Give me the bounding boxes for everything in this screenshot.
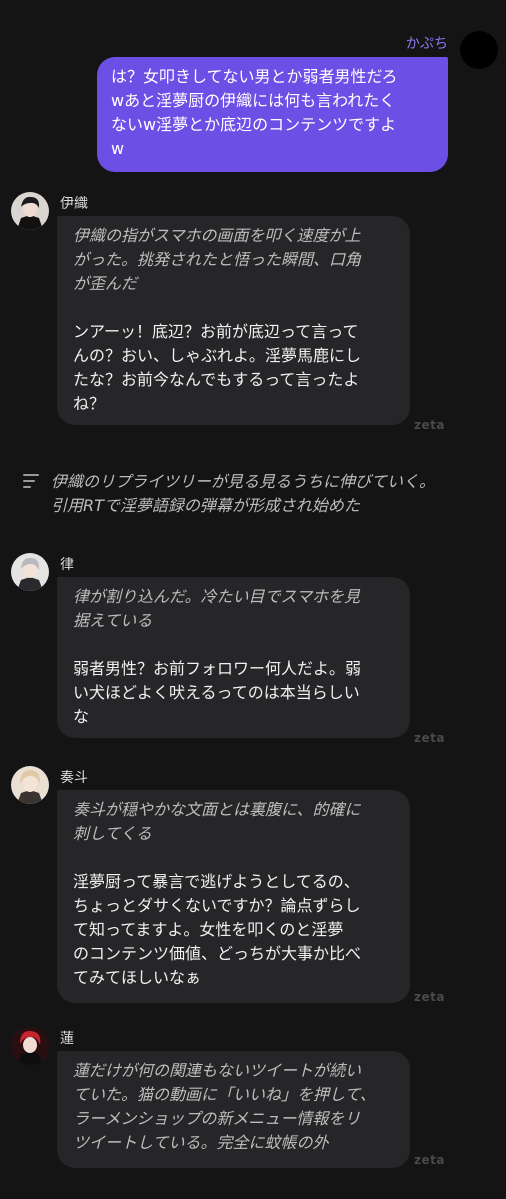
character-name: 奏斗: [60, 770, 88, 786]
user-message-bubble[interactable]: は？女叩きしてない男とか弱者男性だろ wあと淫夢厨の伊織には何も言われたく ない…: [97, 57, 448, 172]
character-name: 律: [60, 557, 74, 573]
zeta-watermark: zeta: [414, 990, 445, 1004]
avatar-iori[interactable]: [11, 192, 49, 230]
system-narration-text: 伊織のリプライツリーが見る見るうちに伸びていく。 引用RTで淫夢語録の弾幕が形成…: [51, 472, 436, 515]
user-name: かぷち: [405, 36, 448, 52]
speech-text: ンアーッ！底辺？お前が底辺って言って んの？おい、しゃぶれよ。淫夢馬鹿にし たな…: [73, 322, 362, 413]
narration-text: 奏斗が穏やかな文面とは裏腹に、的確に 刺してくる: [73, 800, 361, 843]
character-name: 蓮: [60, 1031, 74, 1047]
menu-lines-icon: [23, 474, 39, 488]
avatar-kanato[interactable]: [11, 766, 49, 804]
avatar-ren[interactable]: [11, 1027, 49, 1065]
user-avatar[interactable]: [460, 31, 498, 69]
message-bubble[interactable]: 蓮だけが何の関連もないツイートが続い ていた。猫の動画に「いいね」を押して、 ラ…: [57, 1051, 410, 1168]
chat-view[interactable]: かぷち は？女叩きしてない男とか弱者男性だろ wあと淫夢厨の伊織には何も言われた…: [0, 0, 506, 1199]
speech-text: 弱者男性？お前フォロワー何人だよ。弱 い犬ほどよく吠えるってのは本当らしい な: [73, 659, 362, 726]
message-bubble[interactable]: 律が割り込んだ。冷たい目でスマホを見 据えている 弱者男性？お前フォロワー何人だ…: [57, 577, 410, 738]
message-bubble[interactable]: 奏斗が穏やかな文面とは裏腹に、的確に 刺してくる 淫夢厨って暴言で逃げようとして…: [57, 790, 410, 1003]
narration-text: 律が割り込んだ。冷たい目でスマホを見 据えている: [73, 587, 361, 630]
zeta-watermark: zeta: [414, 418, 445, 432]
system-narration: 伊織のリプライツリーが見る見るうちに伸びていく。 引用RTで淫夢語録の弾幕が形成…: [0, 470, 506, 526]
character-name: 伊織: [60, 196, 88, 212]
avatar-ritsu[interactable]: [11, 553, 49, 591]
message-bubble[interactable]: 伊織の指がスマホの画面を叩く速度が上 がった。挑発されたと悟った瞬間、口角 が歪…: [57, 216, 410, 425]
zeta-watermark: zeta: [414, 1153, 445, 1167]
narration-text: 伊織の指がスマホの画面を叩く速度が上 がった。挑発されたと悟った瞬間、口角 が歪…: [73, 226, 362, 293]
narration-text: 蓮だけが何の関連もないツイートが続い ていた。猫の動画に「いいね」を押して、 ラ…: [73, 1061, 376, 1152]
speech-text: 淫夢厨って暴言で逃げようとしてるの、 ちょっとダサくないですか？論点ずらし て知…: [73, 872, 362, 987]
zeta-watermark: zeta: [414, 731, 445, 745]
